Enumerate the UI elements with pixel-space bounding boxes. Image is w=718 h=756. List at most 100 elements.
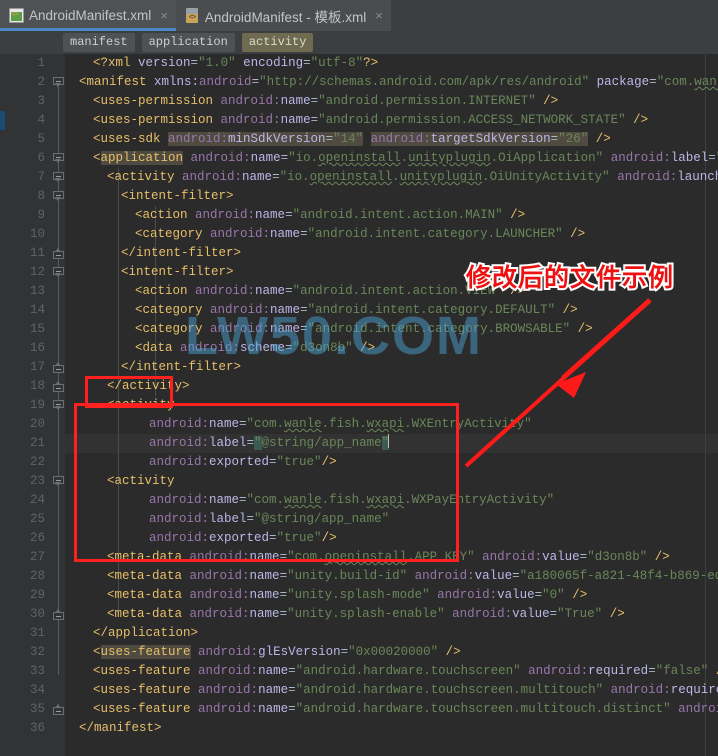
line-number: 7 — [5, 168, 45, 187]
line-number: 27 — [5, 548, 45, 567]
line-number: 31 — [5, 624, 45, 643]
tab-androidmanifest-template-xml[interactable]: AndroidManifest - 模板.xml × — [176, 0, 391, 31]
breadcrumb-item-manifest[interactable]: manifest — [63, 33, 135, 52]
line-number: 24 — [5, 491, 45, 510]
code-line-17[interactable]: </intent-filter> — [121, 358, 241, 377]
code-line-11[interactable]: </intent-filter> — [121, 244, 241, 263]
code-line-7[interactable]: <activity android:name="io.openinstall.u… — [107, 168, 718, 187]
fold-toggle-intent-filter-1-end[interactable] — [53, 248, 64, 259]
xml-file-icon — [9, 8, 24, 23]
breadcrumb-item-application[interactable]: application — [142, 33, 235, 52]
line-number: 18 — [5, 377, 45, 396]
line-number: 26 — [5, 529, 45, 548]
code-line-16[interactable]: <data android:scheme="d3on8b" /> — [135, 339, 375, 358]
line-number: 23 — [5, 472, 45, 491]
breadcrumb-item-activity[interactable]: activity — [242, 33, 314, 52]
fold-toggle-intent-filter-2[interactable] — [53, 267, 64, 278]
tab-label: AndroidManifest.xml — [29, 8, 151, 23]
fold-toggle-wx-activity-1[interactable] — [53, 400, 64, 411]
line-number: 19 — [5, 396, 45, 415]
code-line-26[interactable]: android:exported="true"/> — [149, 529, 337, 548]
line-number: 30 — [5, 605, 45, 624]
code-line-4[interactable]: <uses-permission android:name="android.p… — [93, 111, 648, 130]
close-icon[interactable]: × — [375, 8, 383, 23]
code-line-6[interactable]: <application android:name="io.openinstal… — [93, 149, 718, 168]
code-line-25[interactable]: android:label="@string/app_name" — [149, 510, 389, 529]
line-number: 20 — [5, 415, 45, 434]
code-line-3[interactable]: <uses-permission android:name="android.p… — [93, 92, 558, 111]
code-editor[interactable]: 1234567891011121314151617181920212223242… — [0, 54, 718, 756]
code-line-31[interactable]: </application> — [93, 624, 198, 643]
code-line-15[interactable]: <category android:name="android.intent.c… — [135, 320, 593, 339]
ide-window: AndroidManifest.xml × AndroidManifest - … — [0, 0, 718, 756]
code-line-2[interactable]: <manifest xmlns:android="http://schemas.… — [79, 73, 718, 92]
code-line-1[interactable]: <?xml version="1.0" encoding="utf-8"?> — [93, 54, 378, 73]
close-icon[interactable]: × — [160, 8, 168, 23]
line-number: 6 — [5, 149, 45, 168]
code-line-32[interactable]: <uses-feature android:glEsVersion="0x000… — [93, 643, 461, 662]
line-number: 33 — [5, 662, 45, 681]
fold-toggle-application-end[interactable] — [53, 609, 64, 620]
line-number: 15 — [5, 320, 45, 339]
line-number: 36 — [5, 719, 45, 738]
code-line-28[interactable]: <meta-data android:name="unity.build-id"… — [107, 567, 718, 586]
code-line-33[interactable]: <uses-feature android:name="android.hard… — [93, 662, 718, 681]
line-number: 13 — [5, 282, 45, 301]
fold-toggle-application[interactable] — [53, 153, 64, 164]
line-number: 1 — [5, 54, 45, 73]
code-line-13[interactable]: <action android:name="android.intent.act… — [135, 282, 525, 301]
line-number: 10 — [5, 225, 45, 244]
line-number: 2 — [5, 73, 45, 92]
line-number: 29 — [5, 586, 45, 605]
code-line-14[interactable]: <category android:name="android.intent.c… — [135, 301, 578, 320]
code-line-10[interactable]: <category android:name="android.intent.c… — [135, 225, 585, 244]
line-number: 14 — [5, 301, 45, 320]
fold-toggle-wx-activity-2[interactable] — [53, 476, 64, 487]
line-number: 28 — [5, 567, 45, 586]
code-line-35[interactable]: <uses-feature android:name="android.hard… — [93, 700, 718, 719]
fold-toggle-manifest-end[interactable] — [53, 704, 64, 715]
fold-toggle-activity-end[interactable] — [53, 381, 64, 392]
code-line-20[interactable]: android:name="com.wanle.fish.wxapi.WXEnt… — [149, 415, 532, 434]
code-line-27[interactable]: <meta-data android:name="com.openinstall… — [107, 548, 670, 567]
tab-androidmanifest-xml[interactable]: AndroidManifest.xml × — [0, 0, 176, 31]
code-line-24[interactable]: android:name="com.wanle.fish.wxapi.WXPay… — [149, 491, 554, 510]
xml-template-file-icon — [185, 8, 200, 23]
code-line-5[interactable]: <uses-sdk android:minSdkVersion="14" and… — [93, 130, 611, 149]
line-number: 17 — [5, 358, 45, 377]
line-number: 25 — [5, 510, 45, 529]
tab-label: AndroidManifest - 模板.xml — [205, 6, 366, 26]
code-line-8[interactable]: <intent-filter> — [121, 187, 234, 206]
code-line-18[interactable]: </activity> — [107, 377, 190, 396]
line-number: 34 — [5, 681, 45, 700]
code-line-12[interactable]: <intent-filter> — [121, 263, 234, 282]
line-number: 16 — [5, 339, 45, 358]
code-line-30[interactable]: <meta-data android:name="unity.splash-en… — [107, 605, 625, 624]
editor-tab-bar: AndroidManifest.xml × AndroidManifest - … — [0, 0, 718, 31]
editor-gutter[interactable]: 1234567891011121314151617181920212223242… — [0, 54, 52, 756]
line-number: 35 — [5, 700, 45, 719]
line-number: 3 — [5, 92, 45, 111]
fold-toggle-intent-filter-1[interactable] — [53, 191, 64, 202]
code-line-19[interactable]: <activity — [107, 396, 175, 415]
line-number: 21 — [5, 434, 45, 453]
code-line-9[interactable]: <action android:name="android.intent.act… — [135, 206, 525, 225]
code-folding-column[interactable] — [52, 54, 65, 756]
line-number: 9 — [5, 206, 45, 225]
fold-toggle-intent-filter-2-end[interactable] — [53, 362, 64, 373]
code-content[interactable]: <?xml version="1.0" encoding="utf-8"?> <… — [65, 54, 718, 756]
line-number: 32 — [5, 643, 45, 662]
line-number: 8 — [5, 187, 45, 206]
line-number: 4 — [5, 111, 45, 130]
line-number: 5 — [5, 130, 45, 149]
code-line-34[interactable]: <uses-feature android:name="android.hard… — [93, 681, 718, 700]
code-line-29[interactable]: <meta-data android:name="unity.splash-mo… — [107, 586, 587, 605]
fold-toggle-manifest[interactable] — [53, 77, 64, 88]
code-line-21[interactable]: android:label="@string/app_name" — [149, 434, 388, 453]
code-line-22[interactable]: android:exported="true"/> — [149, 453, 337, 472]
code-line-36[interactable]: </manifest> — [79, 719, 162, 738]
line-number: 22 — [5, 453, 45, 472]
breadcrumb: manifest application activity — [0, 31, 718, 54]
code-line-23[interactable]: <activity — [107, 472, 175, 491]
fold-toggle-activity[interactable] — [53, 172, 64, 183]
